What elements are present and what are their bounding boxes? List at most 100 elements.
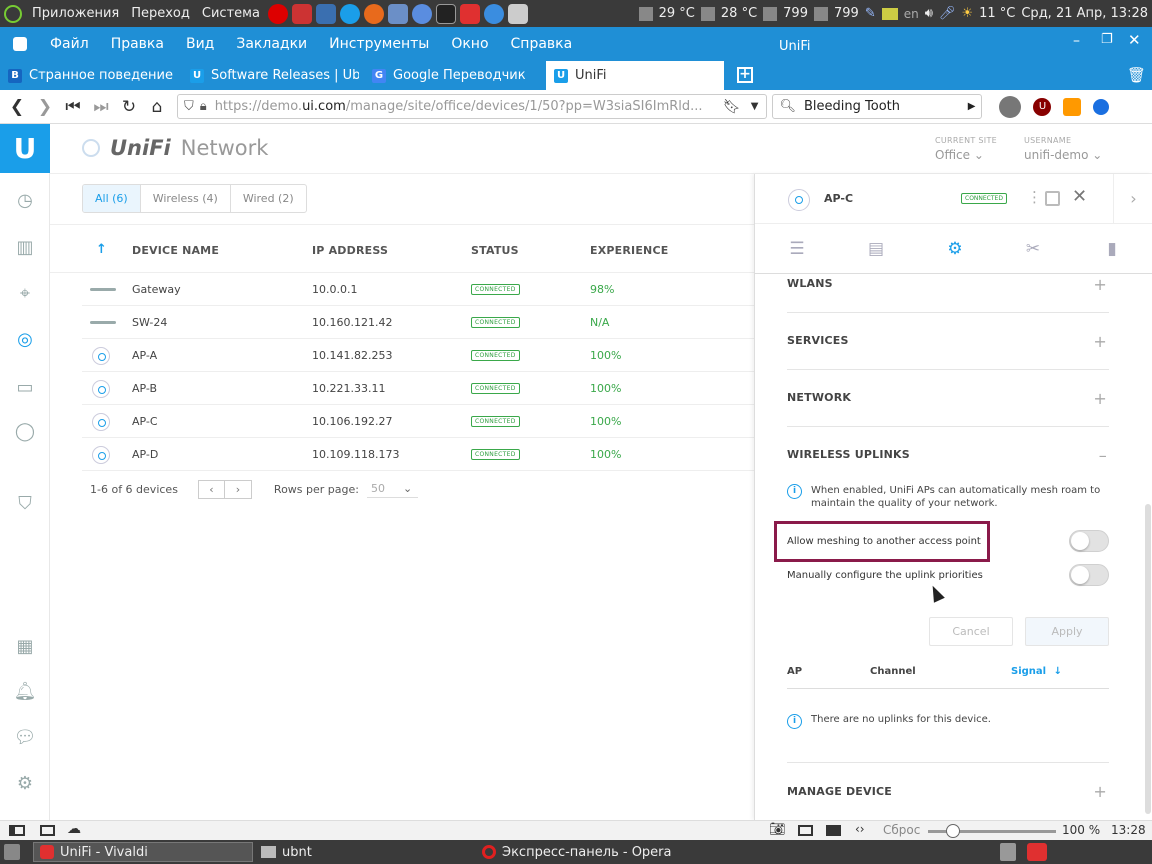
section-wlans[interactable]: WLANS + xyxy=(787,275,1109,313)
display-icon[interactable] xyxy=(881,7,898,20)
next-page-button[interactable]: › xyxy=(224,480,252,499)
brush-icon[interactable]: ✎ xyxy=(865,6,876,21)
allow-meshing-toggle[interactable] xyxy=(1069,530,1109,552)
extension-icon[interactable] xyxy=(1093,98,1110,115)
tab-strange-behavior[interactable]: В Странное поведение т xyxy=(0,61,177,90)
vivaldi-menu-icon[interactable] xyxy=(13,36,27,51)
chromium-icon[interactable] xyxy=(411,3,432,24)
tiling-icon[interactable] xyxy=(40,825,55,836)
shield-icon[interactable]: ⛉ xyxy=(184,99,194,114)
new-tab-icon[interactable]: + xyxy=(737,67,753,83)
menu-file[interactable]: Файл xyxy=(39,36,100,52)
skype-icon[interactable] xyxy=(339,3,360,24)
unifi-logo-icon[interactable]: U xyxy=(0,124,50,173)
profile-avatar-icon[interactable] xyxy=(999,95,1022,118)
menu-bookmarks[interactable]: Закладки xyxy=(225,36,318,52)
forward-icon[interactable]: ❯ xyxy=(31,97,59,117)
home-icon[interactable]: ⌂ xyxy=(143,97,171,117)
panel-clock[interactable]: Срд, 21 Апр, 13:28 xyxy=(1021,6,1148,21)
task-opera[interactable]: Экспресс-панель - Opera xyxy=(476,842,726,862)
chat-icon[interactable]: 💬︎ xyxy=(12,725,38,751)
tab-config-gear-icon[interactable]: ⚙ xyxy=(943,237,967,261)
maximize-icon[interactable]: ❐ xyxy=(1101,32,1113,47)
back-icon[interactable]: ❮ xyxy=(3,97,31,117)
cancel-button[interactable]: Cancel xyxy=(929,617,1013,646)
opera-launcher-icon[interactable] xyxy=(267,3,288,24)
fast-forward-icon[interactable]: ⏭︎ xyxy=(87,97,115,117)
table-row[interactable]: SW-24 10.160.121.42 CONNECTED N/A xyxy=(82,306,754,339)
task-vivaldi[interactable]: UniFi - Vivaldi xyxy=(33,842,253,862)
close-panel-icon[interactable]: ✕ xyxy=(1072,186,1087,207)
page-actions-icon[interactable]: ‹› xyxy=(855,822,865,836)
clock-app-icon[interactable] xyxy=(483,3,504,24)
current-site-selector[interactable]: CURRENT SITE Office ⌄ xyxy=(935,136,997,162)
distro-icon[interactable] xyxy=(4,4,22,23)
lock-icon[interactable]: 🔒︎ xyxy=(200,99,207,114)
tab-stats-icon[interactable]: ▮ xyxy=(1100,237,1124,261)
url-dropdown-icon[interactable]: ▼ xyxy=(751,101,759,112)
filter-wireless[interactable]: Wireless (4) xyxy=(141,185,231,212)
filter-wired[interactable]: Wired (2) xyxy=(231,185,306,212)
table-row[interactable]: Gateway 10.0.0.1 CONNECTED 98% xyxy=(82,273,754,306)
menu-help[interactable]: Справка xyxy=(500,36,584,52)
minimize-icon[interactable]: – xyxy=(1073,33,1080,49)
menu-edit[interactable]: Правка xyxy=(100,36,175,52)
rewind-icon[interactable]: ⏮︎ xyxy=(59,97,87,117)
tab-software-releases[interactable]: U Software Releases | Ubi xyxy=(182,61,359,90)
dashboard-icon[interactable]: ◷ xyxy=(12,188,38,214)
expand-plus-icon[interactable]: + xyxy=(1093,275,1107,294)
bookmark-icon[interactable]: 🔖︎ xyxy=(723,99,741,115)
url-field[interactable]: ⛉ 🔒︎ https://demo. ui.com/manage/site/off… xyxy=(177,94,767,119)
manual-uplink-toggle[interactable] xyxy=(1069,564,1109,586)
panel-toggle-icon[interactable] xyxy=(9,825,25,836)
system-menu[interactable]: Система xyxy=(196,6,266,21)
show-desktop-icon[interactable] xyxy=(4,844,20,860)
screenshot-icon[interactable] xyxy=(507,3,528,24)
table-row[interactable]: AP-D 10.109.118.173 CONNECTED 100% xyxy=(82,438,754,471)
expand-plus-icon[interactable]: + xyxy=(1093,332,1107,351)
vivaldi-launcher-icon[interactable] xyxy=(459,3,480,24)
column-ip-address[interactable]: IP ADDRESS xyxy=(312,244,388,257)
app-launcher-icon[interactable] xyxy=(291,3,312,24)
table-row[interactable]: AP-C 10.106.192.27 CONNECTED 100% xyxy=(82,405,754,438)
column-signal[interactable]: Signal ↓ xyxy=(1011,666,1062,677)
ublock-icon[interactable]: U xyxy=(1033,97,1052,116)
prev-page-button[interactable]: ‹ xyxy=(197,480,225,499)
tab-google-translate[interactable]: G Google Переводчик xyxy=(364,61,541,90)
terminal-icon[interactable] xyxy=(435,3,456,24)
column-experience[interactable]: EXPERIENCE xyxy=(590,244,668,257)
tab-tools-icon[interactable]: ✂ xyxy=(1021,237,1045,261)
column-channel[interactable]: Channel xyxy=(870,666,916,677)
table-row[interactable]: AP-B 10.221.33.11 CONNECTED 100% xyxy=(82,372,754,405)
sync-cloud-icon[interactable]: ☁ xyxy=(67,821,81,837)
search-field[interactable]: 🔍︎ Bleeding Tooth ▶ xyxy=(772,94,983,119)
section-manage-device[interactable]: MANAGE DEVICE + xyxy=(787,762,1109,802)
volume-icon[interactable]: 🔊︎ xyxy=(925,6,933,21)
collapse-minus-icon[interactable]: – xyxy=(1099,446,1107,465)
section-network[interactable]: NETWORK + xyxy=(787,389,1109,427)
expand-plus-icon[interactable]: + xyxy=(1093,782,1107,801)
search-engine-icon[interactable]: 🔍︎ xyxy=(779,99,796,114)
close-window-icon[interactable]: ✕ xyxy=(1128,31,1141,49)
menu-window[interactable]: Окно xyxy=(440,36,499,52)
mail-icon[interactable] xyxy=(387,3,408,24)
more-options-icon[interactable]: ⋮ xyxy=(1027,188,1042,206)
trash-icon[interactable]: 🗑︎ xyxy=(1127,66,1146,84)
zoom-slider[interactable] xyxy=(928,824,1056,838)
rss-icon[interactable] xyxy=(1063,97,1082,116)
firefox-icon[interactable] xyxy=(363,3,384,24)
clients-icon[interactable]: ▭ xyxy=(12,375,38,401)
tab-clients-icon[interactable]: ▤ xyxy=(864,237,888,261)
section-services[interactable]: SERVICES + xyxy=(787,332,1109,370)
apply-button[interactable]: Apply xyxy=(1025,617,1109,646)
map-icon[interactable]: ⌖ xyxy=(12,281,38,307)
weather-temp[interactable]: 11 °C xyxy=(979,6,1015,21)
window-icon[interactable] xyxy=(798,825,813,836)
popout-icon[interactable] xyxy=(1045,191,1060,206)
panel-collapse-icon[interactable]: › xyxy=(1113,174,1152,224)
image-icon[interactable] xyxy=(826,825,841,836)
events-calendar-icon[interactable]: ▦ xyxy=(12,634,38,660)
panel-scrollbar[interactable] xyxy=(1145,504,1151,814)
expand-plus-icon[interactable]: + xyxy=(1093,389,1107,408)
capture-icon[interactable]: 📷︎ xyxy=(769,822,786,837)
